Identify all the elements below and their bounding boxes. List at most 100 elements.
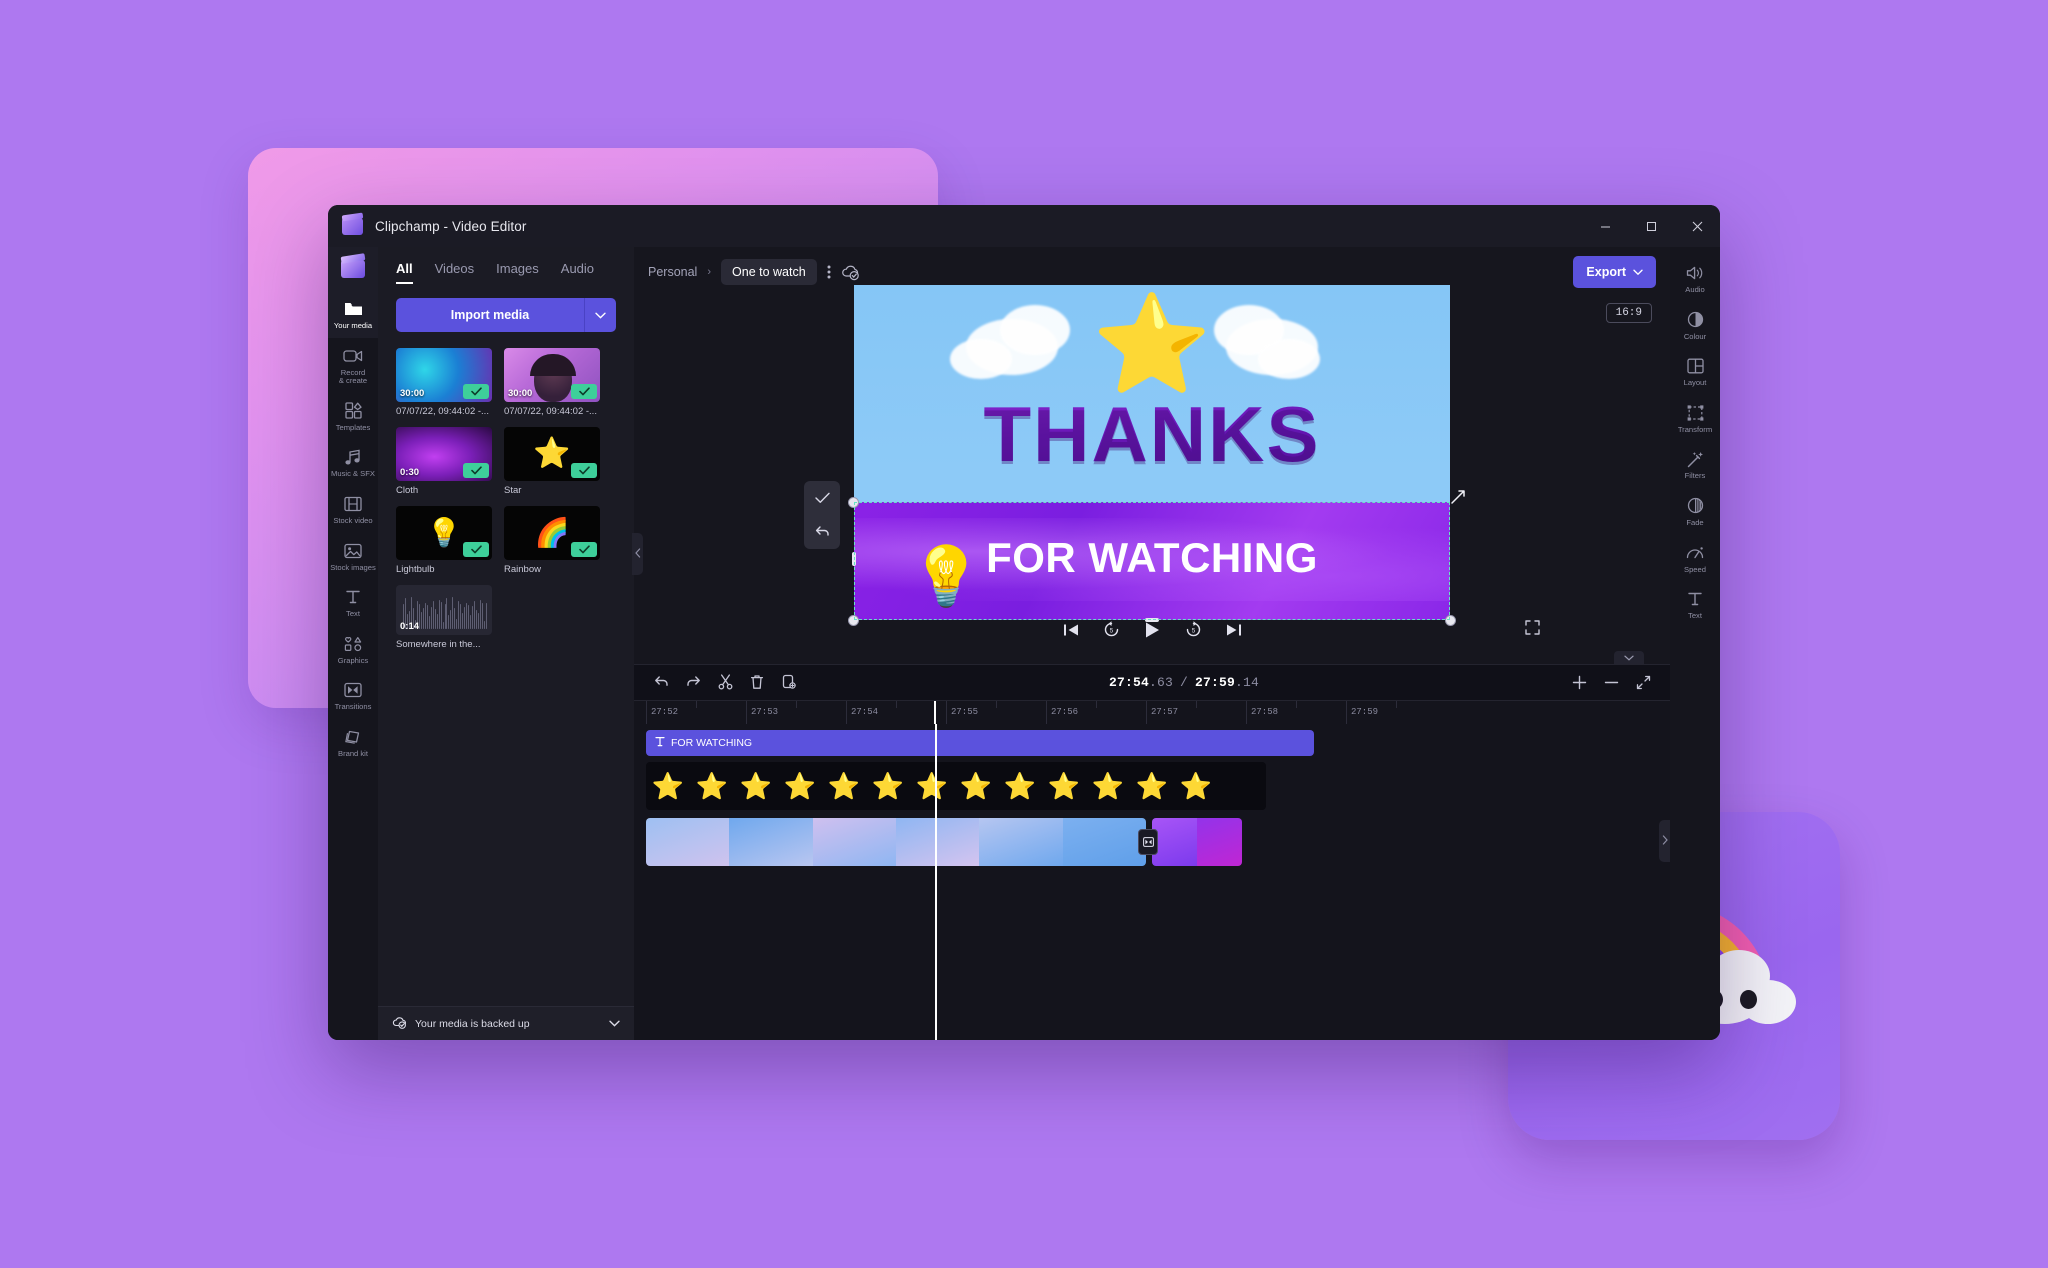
waveform-bar bbox=[480, 600, 482, 629]
cloud-check-icon[interactable] bbox=[841, 264, 861, 281]
sidebar-label: Transitions bbox=[334, 702, 372, 712]
right-rail-collapse-button[interactable] bbox=[1659, 820, 1670, 862]
import-media-button[interactable]: Import media bbox=[396, 298, 584, 332]
timeline-video-clip-b[interactable] bbox=[1152, 817, 1242, 866]
property-item-text[interactable]: Text bbox=[1670, 581, 1720, 628]
property-item-filters[interactable]: Filters bbox=[1670, 441, 1720, 488]
media-thumbnail[interactable]: 0:30 bbox=[396, 427, 492, 481]
zoom-out-button[interactable] bbox=[1598, 669, 1624, 695]
sidebar-item-stock-images[interactable]: Stock images bbox=[328, 533, 378, 580]
waveform-bar bbox=[458, 601, 460, 629]
sidebar-item-text[interactable]: Text bbox=[328, 579, 378, 626]
media-item-audio[interactable]: 0:14 Somewhere in the... bbox=[396, 585, 492, 650]
text-track: FOR WATCHING bbox=[646, 729, 1314, 756]
property-item-audio[interactable]: Audio bbox=[1670, 255, 1720, 302]
timeline-sticker-clip[interactable]: ⭐ ⭐ ⭐ ⭐ ⭐ ⭐ ⭐ ⭐ ⭐ ⭐ ⭐ ⭐ ⭐ bbox=[646, 761, 1266, 810]
sidebar-item-brand-kit[interactable]: Brand kit bbox=[328, 719, 378, 766]
media-item[interactable]: 💡 Lightbulb bbox=[396, 506, 492, 575]
property-item-layout[interactable]: Layout bbox=[1670, 348, 1720, 395]
rewind-five-seconds-button[interactable]: 5 bbox=[1103, 621, 1120, 638]
sidebar-item-transitions[interactable]: Transitions bbox=[328, 672, 378, 719]
sidebar-item-templates[interactable]: Templates bbox=[328, 393, 378, 440]
tab-all[interactable]: All bbox=[396, 261, 413, 284]
cloud-check-icon bbox=[392, 1016, 407, 1032]
duplicate-button[interactable] bbox=[776, 669, 802, 695]
media-item[interactable]: 30:00 07/07/22, 09:44:02 -... bbox=[504, 348, 600, 417]
breadcrumb-root[interactable]: Personal bbox=[648, 265, 697, 279]
media-grid: 30:00 07/07/22, 09:44:02 -... 30:00 07/0… bbox=[378, 332, 634, 1006]
check-badge-icon bbox=[463, 384, 489, 399]
total-time-major: 27:59 bbox=[1195, 674, 1236, 690]
undo-button[interactable] bbox=[648, 669, 674, 695]
delete-button[interactable] bbox=[744, 669, 770, 695]
media-item[interactable]: 🌈 Rainbow bbox=[504, 506, 600, 575]
folder-icon bbox=[344, 300, 363, 318]
split-button[interactable] bbox=[712, 669, 738, 695]
jump-to-end-button[interactable] bbox=[1226, 623, 1242, 637]
property-item-fade[interactable]: Fade bbox=[1670, 488, 1720, 535]
resize-handle-top-left[interactable] bbox=[848, 496, 859, 508]
close-button[interactable] bbox=[1674, 205, 1720, 247]
maximize-button[interactable] bbox=[1628, 205, 1674, 247]
property-item-colour[interactable]: Colour bbox=[1670, 302, 1720, 349]
forward-five-seconds-button[interactable]: 5 bbox=[1185, 621, 1202, 638]
tab-audio[interactable]: Audio bbox=[561, 261, 594, 284]
confirm-button[interactable] bbox=[804, 481, 840, 515]
property-item-speed[interactable]: Speed bbox=[1670, 535, 1720, 582]
media-item[interactable]: ⭐ Star bbox=[504, 427, 600, 496]
timeline-transition-marker[interactable] bbox=[1138, 828, 1158, 855]
sidebar-item-record-create[interactable]: Record & create bbox=[328, 338, 378, 393]
breadcrumb-project-name[interactable]: One to watch bbox=[721, 259, 817, 285]
backup-status-bar[interactable]: Your media is backed up bbox=[378, 1006, 634, 1040]
timeline-collapse-button[interactable] bbox=[1614, 650, 1644, 665]
property-item-transform[interactable]: Transform bbox=[1670, 395, 1720, 442]
play-button[interactable] bbox=[1144, 621, 1161, 639]
timeline-video-clip-a[interactable] bbox=[646, 817, 1146, 866]
media-item[interactable]: 30:00 07/07/22, 09:44:02 -... bbox=[396, 348, 492, 417]
ruler-playhead-marker[interactable] bbox=[934, 700, 936, 724]
waveform-bar bbox=[454, 608, 456, 629]
import-media-dropdown-button[interactable] bbox=[584, 298, 616, 332]
sidebar-item-graphics[interactable]: Graphics bbox=[328, 626, 378, 673]
fit-to-screen-button[interactable] bbox=[1630, 669, 1656, 695]
media-thumbnail[interactable]: 30:00 bbox=[504, 348, 600, 402]
sidebar-label: Music & SFX bbox=[331, 469, 375, 479]
sidebar-item-music-sfx[interactable]: Music & SFX bbox=[328, 439, 378, 486]
media-item-label: 07/07/22, 09:44:02 -... bbox=[396, 406, 489, 417]
sidebar-item-your-media[interactable]: Your media bbox=[328, 291, 378, 338]
sticker-frame-star-icon: ⭐ bbox=[1091, 770, 1125, 801]
media-item[interactable]: 0:30 Cloth bbox=[396, 427, 492, 496]
rotate-handle-icon[interactable] bbox=[1448, 487, 1468, 512]
tab-videos[interactable]: Videos bbox=[435, 261, 475, 284]
export-button[interactable]: Export bbox=[1573, 256, 1656, 288]
media-thumbnail[interactable]: 💡 bbox=[396, 506, 492, 560]
more-vertical-icon[interactable] bbox=[827, 264, 831, 280]
media-thumbnail[interactable]: ⭐ bbox=[504, 427, 600, 481]
tab-images[interactable]: Images bbox=[496, 261, 539, 284]
sidebar-item-stock-video[interactable]: Stock video bbox=[328, 486, 378, 533]
property-label: Layout bbox=[1683, 378, 1707, 388]
revert-button[interactable] bbox=[804, 515, 840, 549]
media-thumbnail[interactable]: 🌈 bbox=[504, 506, 600, 560]
sidebar-label: Text bbox=[346, 609, 360, 619]
audio-waveform-thumbnail[interactable]: 0:14 bbox=[396, 585, 492, 635]
redo-button[interactable] bbox=[680, 669, 706, 695]
fullscreen-icon[interactable] bbox=[1525, 619, 1540, 640]
timeline-text-clip[interactable]: FOR WATCHING bbox=[646, 729, 1314, 756]
preview-canvas[interactable]: ⭐ THANKS FOR WATCHING 💡 bbox=[854, 284, 1450, 620]
waveform-bar bbox=[450, 610, 452, 629]
minimize-button[interactable] bbox=[1582, 205, 1628, 247]
editor-main-column: Personal › One to watch Export 16:9 ⭐ TH… bbox=[634, 247, 1670, 1040]
media-duration: 30:00 bbox=[400, 388, 425, 399]
media-panel-collapse-button[interactable] bbox=[632, 533, 643, 575]
timeline-playhead[interactable] bbox=[935, 723, 937, 1040]
waveform-bar bbox=[436, 614, 438, 629]
jump-to-start-button[interactable] bbox=[1063, 623, 1079, 637]
zoom-in-button[interactable] bbox=[1566, 669, 1592, 695]
media-duration: 30:00 bbox=[508, 388, 533, 399]
waveform-bar bbox=[442, 622, 444, 629]
timeline-ruler[interactable]: 27:52 27:53 27:54 27:55 27:56 27:57 27:58 27:59 bbox=[634, 699, 1670, 724]
media-thumbnail[interactable]: 30:00 bbox=[396, 348, 492, 402]
chevron-down-icon[interactable] bbox=[609, 1018, 620, 1030]
aspect-ratio-badge[interactable]: 16:9 bbox=[1605, 303, 1652, 323]
